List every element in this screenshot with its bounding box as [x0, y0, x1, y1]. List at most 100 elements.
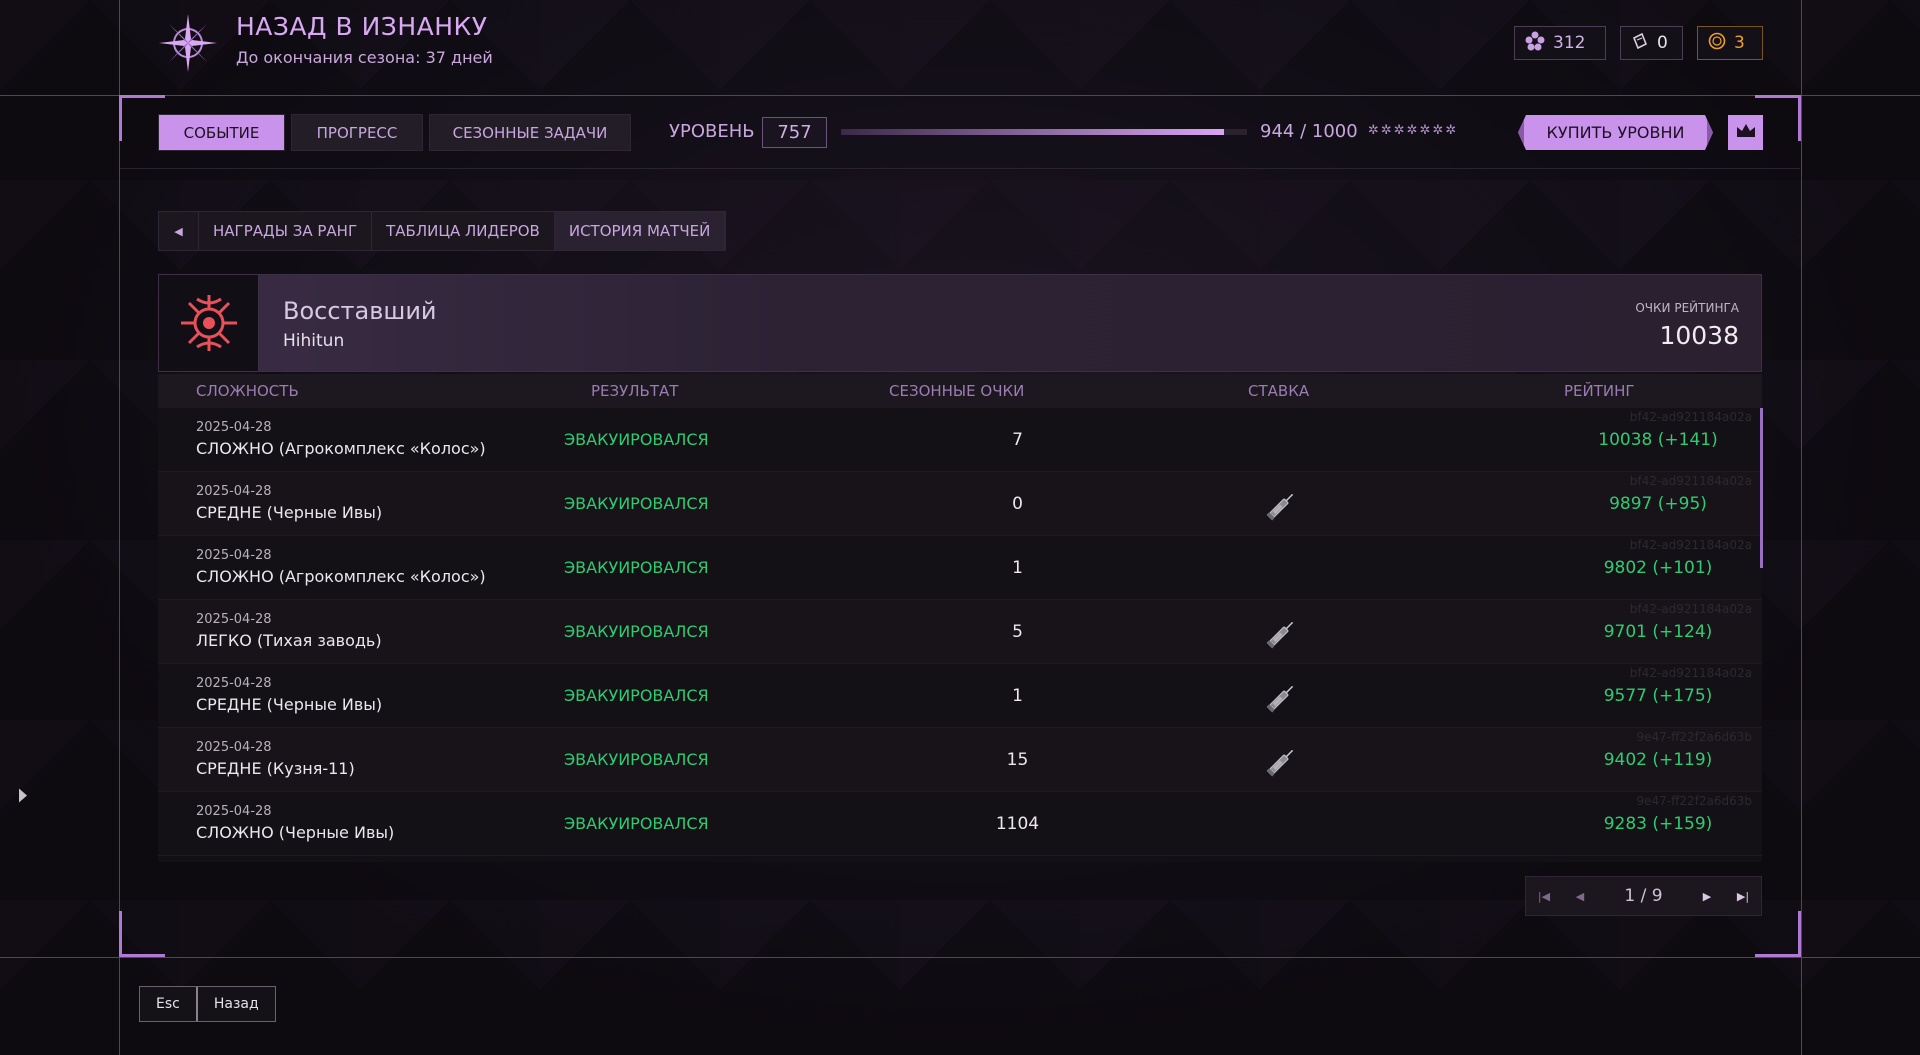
season-logo	[157, 12, 219, 74]
buy-levels-button[interactable]: КУПИТЬ УРОВНИ	[1518, 115, 1713, 150]
ticket-icon	[1631, 32, 1649, 55]
match-date: 2025-04-28	[196, 740, 272, 755]
match-history-table[interactable]: 2025-04-28 СЛОЖНО (Агрокомплекс «Колос») Э…	[158, 408, 1762, 862]
back-label: Назад	[197, 987, 275, 1021]
frame-corner	[119, 911, 165, 957]
tab-progress[interactable]: ПРОГРЕСС	[291, 114, 423, 151]
col-result: РЕЗУЛЬТАТ	[591, 382, 679, 400]
triangle-left-icon: ◀	[1575, 889, 1585, 903]
match-result: ЭВАКУИРОВАЛСЯ	[564, 750, 709, 769]
profile-rank-name: Восставший	[283, 297, 437, 325]
subtab-bar: ◀ НАГРАДЫ ЗА РАНГ ТАБЛИЦА ЛИДЕРОВ ИСТОРИ…	[158, 211, 727, 251]
avatar	[159, 275, 259, 371]
col-season-points: СЕЗОННЫЕ ОЧКИ	[889, 382, 1025, 400]
table-row[interactable]: 2025-04-28 СЛОЖНО (Агрокомплекс «Колос») Э…	[158, 408, 1762, 472]
divider	[120, 168, 1800, 169]
match-date: 2025-04-28	[196, 548, 272, 563]
syringe-icon	[1263, 742, 1301, 780]
match-id: bf42-ad921184a02a	[1629, 474, 1752, 488]
table-header: СЛОЖНОСТЬ РЕЗУЛЬТАТ СЕЗОННЫЕ ОЧКИ СТАВКА…	[158, 374, 1762, 408]
match-date: 2025-04-28	[196, 612, 272, 627]
frame-line-left	[119, 0, 120, 1055]
next-page-button[interactable]: ▶	[1689, 877, 1725, 915]
back-button[interactable]: Esc Назад	[139, 986, 276, 1022]
triangle-left-icon: ◀	[174, 224, 183, 238]
premium-button[interactable]	[1728, 115, 1763, 150]
match-rating: 9897 (+95)	[1609, 494, 1707, 514]
subtab-rank-rewards[interactable]: НАГРАДЫ ЗА РАНГ	[199, 212, 373, 250]
table-scrollbar[interactable]	[1760, 408, 1763, 568]
first-page-button[interactable]: |◀	[1526, 877, 1562, 915]
match-date: 2025-04-28	[196, 804, 272, 819]
match-id: bf42-ad921184a02a	[1629, 538, 1752, 552]
col-rating: РЕЙТИНГ	[1564, 382, 1635, 400]
match-date: 2025-04-28	[196, 676, 272, 691]
col-bet: СТАВКА	[1248, 382, 1310, 400]
match-rating: 9802 (+101)	[1603, 558, 1713, 578]
flower-icon	[1525, 31, 1545, 56]
frame-line-top	[0, 95, 1920, 96]
skip-last-icon: ▶|	[1736, 889, 1750, 903]
table-row[interactable]: 2025-04-28 СРЕДНЕ (Черные Ивы) ЭВАКУИРОВАЛ…	[158, 472, 1762, 536]
match-result: ЭВАКУИРОВАЛСЯ	[564, 494, 709, 513]
match-result: ЭВАКУИРОВАЛСЯ	[564, 686, 709, 705]
last-page-button[interactable]: ▶|	[1725, 877, 1761, 915]
table-row[interactable]: 2025-04-28 СЛОЖНО (Черные Ивы) ЭВАКУИРОВАЛ…	[158, 792, 1762, 856]
page-indicator: 1 / 9	[1624, 886, 1663, 906]
match-season-points: 1104	[995, 814, 1040, 834]
match-season-points: 1	[1012, 558, 1023, 578]
profile-username: Hihitun	[283, 331, 345, 351]
level-progress-text: 944 / 1000	[1260, 121, 1358, 142]
rating-value: 10038	[1659, 321, 1739, 350]
match-rating: 10038 (+141)	[1598, 430, 1718, 450]
match-difficulty: СРЕДНЕ (Кузня-11)	[196, 759, 355, 778]
match-id: bf42-ad921184a02a	[1629, 602, 1752, 616]
syringe-icon	[1263, 678, 1301, 716]
coin-icon	[1708, 32, 1726, 55]
currency-flowers-value: 312	[1553, 33, 1586, 53]
mouse-cursor	[19, 788, 27, 806]
crown-icon	[1735, 122, 1757, 144]
subtab-leaderboard[interactable]: ТАБЛИЦА ЛИДЕРОВ	[372, 212, 555, 250]
match-difficulty: СРЕДНЕ (Черные Ивы)	[196, 695, 383, 714]
rating-label: ОЧКИ РЕЙТИНГА	[1635, 301, 1739, 315]
profile-banner: Восставший Hihitun ОЧКИ РЕЙТИНГА 10038	[158, 274, 1762, 372]
currency-flowers[interactable]: 312	[1514, 26, 1606, 60]
match-result: ЭВАКУИРОВАЛСЯ	[564, 558, 709, 577]
match-season-points: 15	[1006, 750, 1029, 770]
season-countdown: До окончания сезона: 37 дней	[236, 48, 493, 67]
skip-first-icon: |◀	[1537, 889, 1551, 903]
match-id: bf42-ad921184a02a	[1629, 666, 1752, 680]
level-label: УРОВЕНЬ	[669, 121, 755, 142]
match-id: 9e47-ff22f2a6d63b	[1636, 730, 1752, 744]
currency-coins[interactable]: 3	[1697, 26, 1763, 60]
frame-line-right	[1801, 0, 1802, 1055]
frame-line-bottom	[0, 957, 1920, 958]
currency-tickets-value: 0	[1657, 33, 1668, 53]
match-season-points: 0	[1012, 494, 1023, 514]
tab-season-tasks[interactable]: СЕЗОННЫЕ ЗАДАЧИ	[429, 114, 631, 151]
table-row[interactable]: 2025-04-28 СЛОЖНО (Агрокомплекс «Колос») Э…	[158, 536, 1762, 600]
match-id: bf42-ad921184a02a	[1629, 410, 1752, 424]
match-season-points: 7	[1012, 430, 1023, 450]
subtab-back-button[interactable]: ◀	[159, 212, 199, 250]
match-date: 2025-04-28	[196, 420, 272, 435]
match-difficulty: СЛОЖНО (Черные Ивы)	[196, 823, 395, 842]
rank-emblem-icon	[180, 295, 237, 351]
table-row[interactable]: 2025-04-28 СРЕДНЕ (Черные Ивы) ЭВАКУИРОВАЛ…	[158, 664, 1762, 728]
level-progress-fill	[841, 129, 1225, 135]
subtab-match-history[interactable]: ИСТОРИЯ МАТЧЕЙ	[554, 212, 726, 250]
match-rating: 9283 (+159)	[1603, 814, 1713, 834]
tab-event[interactable]: СОБЫТИЕ	[158, 114, 285, 151]
page-title: НАЗАД В ИЗНАНКУ	[236, 12, 488, 41]
match-rating: 9577 (+175)	[1603, 686, 1713, 706]
currency-tickets[interactable]: 0	[1620, 26, 1683, 60]
level-progress-bar	[841, 129, 1247, 135]
match-difficulty: СЛОЖНО (Агрокомплекс «Колос»)	[196, 439, 486, 458]
prev-page-button[interactable]: ◀	[1562, 877, 1598, 915]
match-result: ЭВАКУИРОВАЛСЯ	[564, 430, 709, 449]
match-rating: 9402 (+119)	[1603, 750, 1713, 770]
table-row[interactable]: 2025-04-28 ЛЕГКО (Тихая заводь) ЭВАКУИРОВА…	[158, 600, 1762, 664]
currency-coins-value: 3	[1734, 33, 1745, 53]
table-row[interactable]: 2025-04-28 СРЕДНЕ (Кузня-11) ЭВАКУИРОВАЛСЯ…	[158, 728, 1762, 792]
